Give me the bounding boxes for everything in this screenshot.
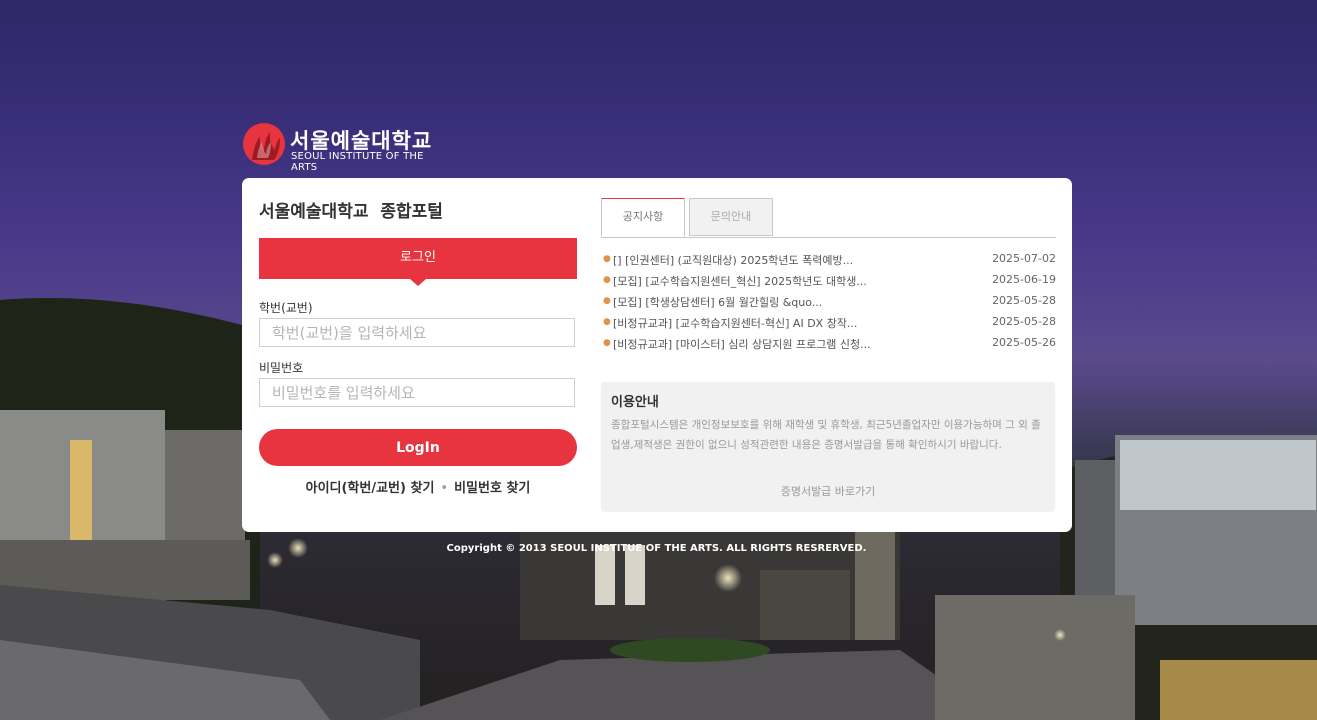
find-links: 아이디(학번/교번) 찾기 • 비밀번호 찾기 (259, 477, 577, 496)
tab-notice[interactable]: 공지사항 (601, 198, 685, 237)
school-logo[interactable]: 서울예술대학교 SEOUL INSTITUTE OF THE ARTS (242, 122, 442, 173)
find-password-link[interactable]: 비밀번호 찾기 (454, 481, 530, 496)
login-panel: 서울예술대학교 종합포털 로그인 학번(교번) 비밀번호 LogIn 아이디(학… (242, 178, 1072, 532)
usage-info-box: 이용안내 종합포털시스템은 개인정보보호를 위해 재학생 및 휴학생, 최근5년… (601, 382, 1055, 512)
bullet-icon: ● (603, 296, 611, 306)
notice-item[interactable]: ● [모집] [교수학습지원센터_혁신] 2025학년도 대학생... 2025… (601, 272, 1056, 293)
notice-title[interactable]: [모집] [교수학습지원센터_혁신] 2025학년도 대학생... (613, 273, 913, 289)
bullet-icon: ● (603, 254, 611, 264)
notice-item[interactable]: ● [모집] [학생상담센터] 6월 월간힐링 &quo... 2025-05-… (601, 293, 1056, 314)
notice-date: 2025-07-02 (992, 252, 1056, 265)
notice-date: 2025-05-28 (992, 315, 1056, 328)
separator-dot: • (440, 481, 449, 496)
notice-list: ● [] [인권센터] (교직원대상) 2025학년도 폭력예방... 2025… (601, 251, 1056, 356)
password-input[interactable] (259, 378, 575, 407)
notice-item[interactable]: ● [비정규교과] [교수학습지원센터-혁신] AI DX 창작... 2025… (601, 314, 1056, 335)
notice-tabs: 공지사항 문의안내 (601, 198, 1056, 238)
notice-item[interactable]: ● [비정규교과] [마이스터] 심리 상담지원 프로그램 신청... 2025… (601, 335, 1056, 356)
logo-subtitle: SEOUL INSTITUTE OF THE ARTS (291, 151, 424, 173)
bullet-icon: ● (603, 275, 611, 285)
info-text: 종합포털시스템은 개인정보보호를 위해 재학생 및 휴학생, 최근5년졸업자만 … (611, 419, 1041, 451)
certificate-link[interactable]: 증명서발급 바로가기 (601, 483, 1055, 499)
login-button[interactable]: LogIn (259, 429, 577, 466)
notice-date: 2025-05-26 (992, 336, 1056, 349)
flame-logo-icon (243, 123, 285, 165)
login-tab: 로그인 (259, 238, 577, 286)
notice-date: 2025-06-19 (992, 273, 1056, 286)
id-label: 학번(교번) (259, 301, 313, 315)
copyright-text: Copyright © 2013 SEOUL INSTITUE OF THE A… (446, 543, 867, 554)
notice-date: 2025-05-28 (992, 294, 1056, 307)
find-id-link[interactable]: 아이디(학번/교번) 찾기 (306, 481, 435, 496)
bullet-icon: ● (603, 338, 611, 348)
notice-item[interactable]: ● [] [인권센터] (교직원대상) 2025학년도 폭력예방... 2025… (601, 251, 1056, 272)
bullet-icon: ● (603, 317, 611, 327)
notice-title[interactable]: [비정규교과] [교수학습지원센터-혁신] AI DX 창작... (613, 315, 913, 331)
notice-title[interactable]: [모집] [학생상담센터] 6월 월간힐링 &quo... (613, 294, 913, 310)
tab-inquiry[interactable]: 문의안내 (689, 198, 773, 236)
info-title: 이용안내 (611, 395, 659, 410)
notice-title[interactable]: [] [인권센터] (교직원대상) 2025학년도 폭력예방... (613, 252, 913, 268)
notice-title[interactable]: [비정규교과] [마이스터] 심리 상담지원 프로그램 신청... (613, 336, 913, 352)
portal-title: 서울예술대학교 종합포털 (259, 202, 443, 222)
id-input[interactable] (259, 318, 575, 347)
password-label: 비밀번호 (259, 361, 304, 375)
